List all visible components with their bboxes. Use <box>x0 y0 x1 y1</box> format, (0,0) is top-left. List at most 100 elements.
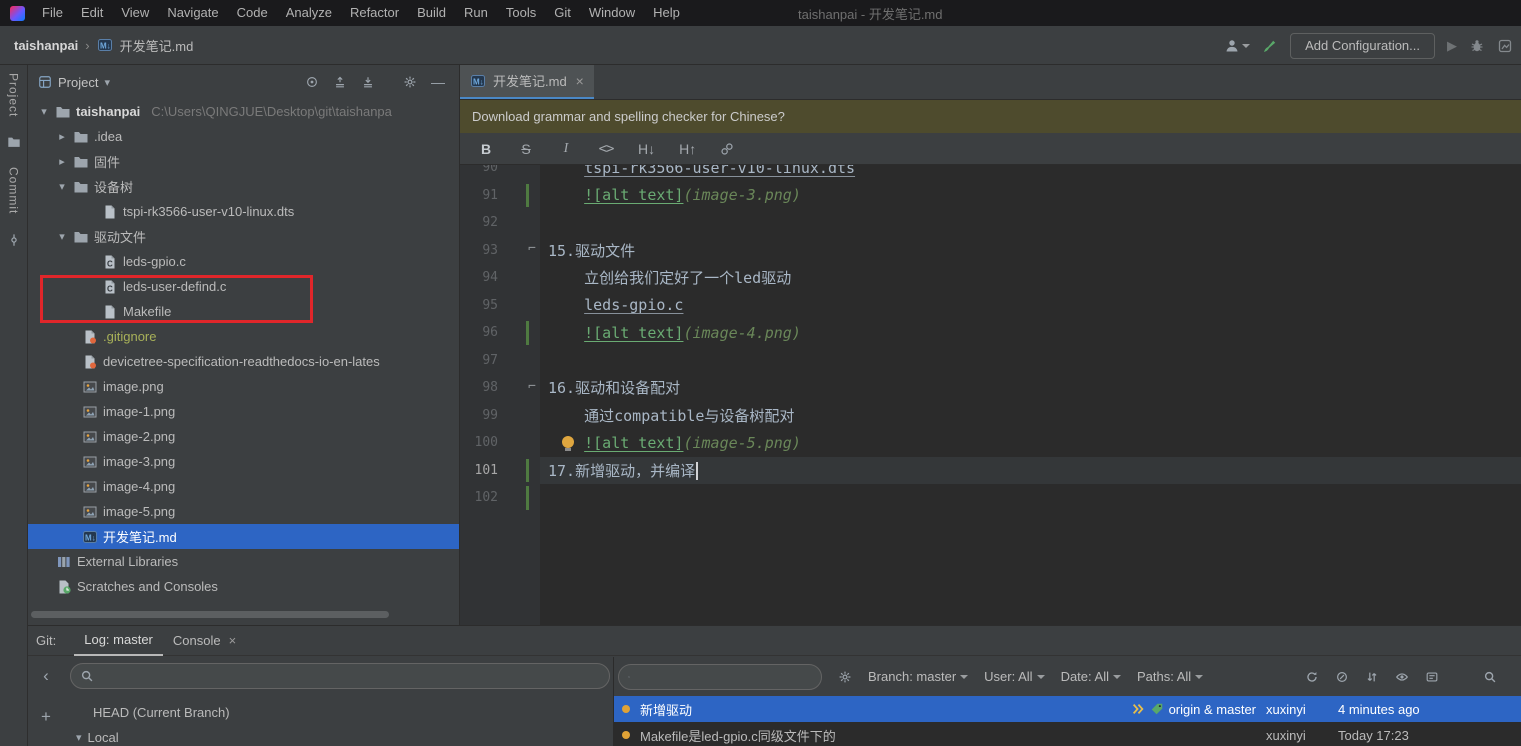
code-editor[interactable]: 90 tspi-rk3566-user-v10-linux.dts 91 ![a… <box>460 165 1521 625</box>
tree-item-driver-folder[interactable]: ▾ 驱动文件 <box>28 224 459 249</box>
head-branch-row[interactable]: HEAD (Current Branch) <box>93 705 230 720</box>
commit-search-input[interactable] <box>636 669 812 684</box>
preview-eye-icon[interactable] <box>1395 670 1409 684</box>
vcs-node-icon[interactable] <box>7 233 21 247</box>
select-opened-file-icon[interactable] <box>301 75 323 89</box>
editor-line-92[interactable]: 92 <box>460 209 1521 237</box>
menu-git[interactable]: Git <box>545 0 580 26</box>
settings-gear-icon[interactable] <box>399 75 421 89</box>
tree-item-devicetree-folder[interactable]: ▾ 设备树 <box>28 174 459 199</box>
tree-item-scratches[interactable]: Scratches and Consoles <box>28 574 459 599</box>
close-icon[interactable]: × <box>229 627 237 655</box>
user-accounts-button[interactable] <box>1224 38 1250 54</box>
intention-bulb-icon[interactable] <box>562 436 574 448</box>
link-icon[interactable] <box>720 142 734 156</box>
menu-navigate[interactable]: Navigate <box>158 0 227 26</box>
run-icon[interactable]: ▶ <box>1447 38 1457 54</box>
menu-edit[interactable]: Edit <box>72 0 112 26</box>
close-icon[interactable]: × <box>576 73 584 89</box>
commit-row-2[interactable]: Makefile是led-gpio.c同级文件下的 xuxinyi Today … <box>614 722 1521 746</box>
branch-search-input[interactable] <box>100 669 600 684</box>
stripe-project-button[interactable]: Project <box>7 73 21 117</box>
editor-line-93[interactable]: 93¬ 15.驱动文件 <box>460 237 1521 265</box>
fold-marker-icon[interactable]: ¬ <box>528 379 536 394</box>
tree-item-leds-user-defind-c[interactable]: leds-user-defind.c <box>28 274 459 299</box>
menu-window[interactable]: Window <box>580 0 644 26</box>
go-to-hash-icon[interactable] <box>1335 670 1349 684</box>
tree-item-image-2-png[interactable]: image-2.png <box>28 424 459 449</box>
editor-line-95[interactable]: 95 leds-gpio.c <box>460 292 1521 320</box>
tab-log-master[interactable]: Log: master <box>74 626 163 656</box>
back-arrow-icon[interactable]: ‹ <box>43 667 49 684</box>
search-icon[interactable] <box>1483 670 1497 684</box>
tree-item-makefile[interactable]: Makefile <box>28 299 459 324</box>
add-configuration-button[interactable]: Add Configuration... <box>1290 33 1435 59</box>
fold-marker-icon[interactable]: ¬ <box>528 242 536 257</box>
chevron-down-icon[interactable]: ▾ <box>56 230 68 243</box>
chevron-down-icon[interactable]: ▾ <box>56 180 68 193</box>
brush-icon[interactable] <box>1262 38 1278 54</box>
editor-line-101[interactable]: 101 17.新增驱动，并编译 <box>460 457 1521 485</box>
tree-item-root[interactable]: ▾ taishanpai C:\Users\QINGJUE\Desktop\gi… <box>28 99 459 124</box>
editor-line-99[interactable]: 99 通过compatible与设备树配对 <box>460 402 1521 430</box>
editor-line-94[interactable]: 94 立创给我们定好了一个led驱动 <box>460 264 1521 292</box>
tree-item-dts-file[interactable]: tspi-rk3566-user-v10-linux.dts <box>28 199 459 224</box>
sort-icon[interactable] <box>1365 670 1379 684</box>
menu-file[interactable]: File <box>33 0 72 26</box>
menu-tools[interactable]: Tools <box>497 0 545 26</box>
breadcrumb-file[interactable]: 开发笔记.md <box>120 36 194 55</box>
editor-line-102[interactable]: 102 <box>460 484 1521 512</box>
tree-item-devicetree-spec[interactable]: devicetree-specification-readthedocs-io-… <box>28 349 459 374</box>
tab-console[interactable]: Console × <box>163 626 246 656</box>
folder-icon[interactable] <box>7 135 21 149</box>
patch-icon[interactable] <box>1425 670 1439 684</box>
paths-filter[interactable]: Paths: All <box>1137 669 1203 684</box>
menu-analyze[interactable]: Analyze <box>277 0 341 26</box>
editor-line-90[interactable]: 90 tspi-rk3566-user-v10-linux.dts <box>460 165 1521 182</box>
commit-search-box[interactable] <box>618 664 822 690</box>
branch-filter[interactable]: Branch: master <box>868 669 968 684</box>
code-span-icon[interactable]: <> <box>598 141 614 157</box>
expand-all-icon[interactable] <box>329 75 351 89</box>
menu-refactor[interactable]: Refactor <box>341 0 408 26</box>
chevron-down-icon[interactable]: ▾ <box>104 76 110 89</box>
header-down-icon[interactable]: H↓ <box>638 141 655 157</box>
project-panel-title[interactable]: Project <box>58 75 98 90</box>
chevron-right-icon[interactable]: ▸ <box>56 155 68 168</box>
menu-help[interactable]: Help <box>644 0 689 26</box>
tree-item-image-1-png[interactable]: image-1.png <box>28 399 459 424</box>
local-branches-row[interactable]: ▾ Local <box>76 730 119 745</box>
tree-item-image-3-png[interactable]: image-3.png <box>28 449 459 474</box>
menu-code[interactable]: Code <box>228 0 277 26</box>
refresh-icon[interactable] <box>1305 670 1319 684</box>
chevron-down-icon[interactable]: ▾ <box>38 105 50 118</box>
editor-line-91[interactable]: 91 ![alt text](image-3.png) <box>460 182 1521 210</box>
menu-view[interactable]: View <box>112 0 158 26</box>
tree-item-image-5-png[interactable]: image-5.png <box>28 499 459 524</box>
editor-tab-dev-notes[interactable]: 开发笔记.md × <box>460 65 594 99</box>
collapse-all-icon[interactable] <box>357 75 379 89</box>
menu-build[interactable]: Build <box>408 0 455 26</box>
header-up-icon[interactable]: H↑ <box>679 141 696 157</box>
tree-item-leds-gpio-c[interactable]: leds-gpio.c <box>28 249 459 274</box>
tree-item-external-libraries[interactable]: External Libraries <box>28 549 459 574</box>
debug-icon[interactable] <box>1469 38 1485 54</box>
add-icon[interactable]: + <box>41 708 51 725</box>
bold-icon[interactable]: B <box>478 141 494 157</box>
tree-item-gitignore[interactable]: .gitignore <box>28 324 459 349</box>
profiler-icon[interactable] <box>1497 38 1513 54</box>
tree-item-idea[interactable]: ▸ .idea <box>28 124 459 149</box>
tree-item-firmware[interactable]: ▸ 固件 <box>28 149 459 174</box>
hide-panel-icon[interactable]: — <box>427 74 449 90</box>
stripe-commit-button[interactable]: Commit <box>7 167 21 214</box>
editor-line-97[interactable]: 97 <box>460 347 1521 375</box>
tree-item-dev-notes-md[interactable]: 开发笔记.md <box>28 524 459 549</box>
user-filter[interactable]: User: All <box>984 669 1044 684</box>
editor-line-96[interactable]: 96 ![alt text](image-4.png) <box>460 319 1521 347</box>
date-filter[interactable]: Date: All <box>1061 669 1121 684</box>
chevron-right-icon[interactable]: ▸ <box>56 130 68 143</box>
menu-run[interactable]: Run <box>455 0 497 26</box>
editor-line-98[interactable]: 98¬ 16.驱动和设备配对 <box>460 374 1521 402</box>
editor-line-100[interactable]: 100 ![alt text](image-5.png) <box>460 429 1521 457</box>
settings-gear-icon[interactable] <box>838 670 852 684</box>
